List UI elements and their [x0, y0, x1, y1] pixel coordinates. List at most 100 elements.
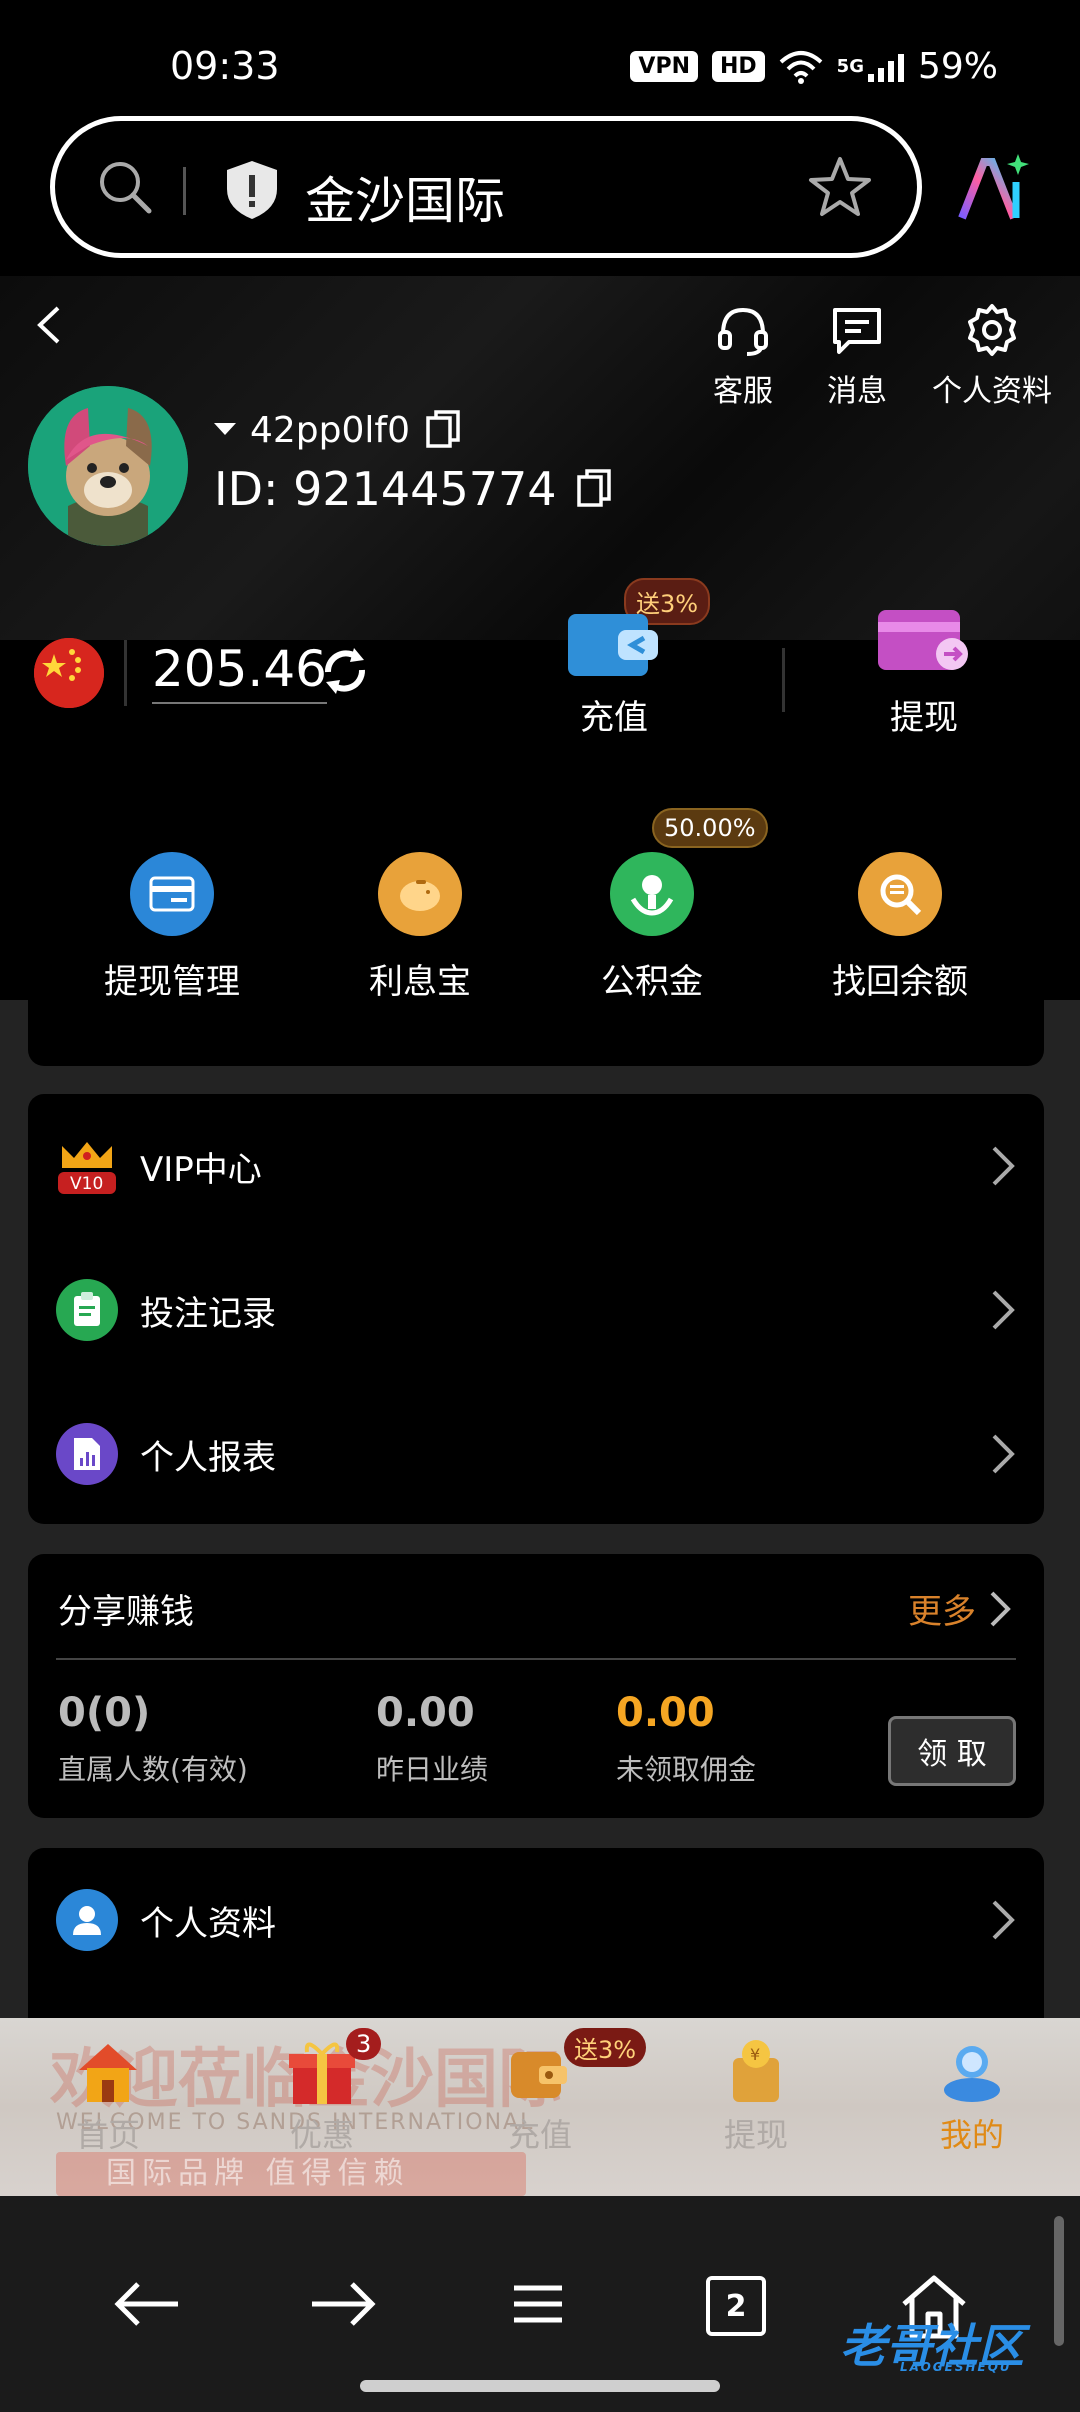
unclaimed-commission-label: 未领取佣金: [616, 1753, 757, 1786]
ai-assistant-icon[interactable]: [956, 152, 1030, 226]
watermark-subtext: LAOGESHEQU: [900, 2360, 1012, 2374]
tabs-switcher-button[interactable]: 2: [706, 2276, 766, 2336]
yesterday-performance-label: 昨日业绩: [376, 1753, 489, 1786]
card-icon: [130, 852, 214, 936]
dog-avatar-image: [28, 386, 188, 546]
divider: [124, 640, 127, 706]
personal-info-label: 个人资料: [140, 1903, 276, 1944]
deposit-wallet-icon: [568, 606, 660, 676]
withdraw-management-button[interactable]: 提现管理: [72, 852, 272, 1003]
messages-button[interactable]: 消息: [820, 302, 894, 410]
account-header: 客服 消息 个人资料 42pp0lf0 ID: 921445774 205.46…: [0, 276, 1080, 1003]
caret-down-icon[interactable]: [214, 423, 236, 437]
vip-center-row[interactable]: V10 VIP中心: [28, 1094, 1044, 1238]
withdraw-button[interactable]: 提现: [878, 606, 970, 739]
china-flag-icon: [34, 638, 104, 708]
wallet-balance: 205.46: [152, 640, 327, 704]
report-chart-icon: [56, 1423, 118, 1485]
provident-fund-label: 公积金: [601, 962, 703, 1002]
unclaimed-commission-value: 0.00: [616, 1690, 715, 1736]
personal-report-label: 个人报表: [140, 1437, 276, 1478]
personal-info-row[interactable]: 个人资料: [28, 1848, 1044, 1992]
tab-mine-label: 我的: [939, 2116, 1004, 2154]
tab-mine[interactable]: 我的: [882, 2036, 1062, 2156]
copy-icon[interactable]: [424, 408, 464, 452]
menu-icon[interactable]: [510, 2274, 566, 2334]
deposit-button[interactable]: 充值: [568, 606, 660, 739]
tab-home[interactable]: 首页: [18, 2036, 198, 2156]
yesterday-performance-stat: 0.00 昨日业绩: [376, 1690, 488, 1788]
search-icon[interactable]: [95, 157, 155, 217]
share-earn-card: 分享赚钱 更多 0(0) 直属人数(有效) 0.00 昨日业绩 0.00 未领取…: [28, 1554, 1044, 1818]
refresh-icon[interactable]: [318, 644, 372, 698]
shield-icon[interactable]: [223, 159, 281, 221]
profile-settings-button[interactable]: 个人资料: [932, 302, 1052, 410]
address-bar[interactable]: 金沙国际: [50, 116, 922, 258]
banner-slogan: 国际品牌 值得信赖: [56, 2152, 526, 2196]
interest-treasure-label: 利息宝: [369, 962, 471, 1002]
provident-fund-rate-badge: 50.00%: [652, 808, 768, 848]
tab-deposit-label: 充值: [507, 2116, 572, 2154]
coin-withdraw-icon: ¥: [733, 2040, 779, 2102]
deposit-label: 充值: [580, 698, 648, 738]
forward-icon[interactable]: [306, 2274, 378, 2334]
bookmark-star-icon[interactable]: [807, 155, 873, 221]
chevron-right-icon: [992, 1290, 1015, 1330]
provident-fund-button[interactable]: 公积金: [552, 852, 752, 1003]
page-title[interactable]: 金沙国际: [305, 161, 505, 233]
tab-withdraw[interactable]: ¥ 提现: [666, 2036, 846, 2156]
wifi-icon: [779, 50, 823, 84]
status-time: 09:33: [170, 44, 280, 88]
vpn-indicator: VPN: [630, 51, 698, 82]
gesture-home-bar[interactable]: [360, 2380, 720, 2392]
copy-id-icon[interactable]: [575, 467, 615, 511]
divider: [56, 1658, 1016, 1660]
direct-members-value: 0(0): [58, 1690, 151, 1736]
headset-icon: [718, 307, 768, 356]
tab-withdraw-label: 提现: [723, 2116, 788, 2154]
chevron-right-icon: [992, 1900, 1015, 1940]
withdraw-card-icon: [878, 606, 970, 676]
customer-service-button[interactable]: 客服: [706, 302, 780, 410]
search-coin-icon: [858, 852, 942, 936]
avatar[interactable]: [28, 386, 188, 546]
direct-members-stat: 0(0) 直属人数(有效): [58, 1690, 248, 1788]
svg-text:¥: ¥: [750, 2045, 760, 2064]
network-type: 5G: [836, 56, 864, 77]
yesterday-performance-value: 0.00: [376, 1690, 475, 1736]
share-earn-title: 分享赚钱: [58, 1592, 194, 1632]
fund-hands-icon: [610, 852, 694, 936]
hd-indicator: HD: [711, 51, 765, 82]
interest-treasure-button[interactable]: 利息宝: [320, 852, 520, 1003]
withdraw-label: 提现: [890, 698, 958, 738]
battery-percent: 59%: [917, 46, 998, 87]
clipboard-icon: [56, 1279, 118, 1341]
username: 42pp0lf0: [250, 409, 410, 451]
recover-balance-button[interactable]: 找回余额: [800, 852, 1000, 1003]
menu-card: V10 VIP中心 投注记录 个人报表: [28, 1094, 1044, 1524]
scrollbar[interactable]: [1054, 2216, 1064, 2346]
back-icon[interactable]: [112, 2274, 184, 2334]
bet-records-label: 投注记录: [140, 1293, 276, 1334]
more-link[interactable]: 更多: [908, 1584, 1014, 1633]
user-id: ID: 921445774: [214, 462, 557, 516]
gear-icon: [968, 304, 1016, 356]
status-icons: VPN HD 5G 59%: [630, 46, 998, 87]
address-bar-divider: [183, 167, 186, 215]
recover-balance-label: 找回余额: [832, 962, 968, 1002]
withdraw-management-label: 提现管理: [104, 962, 240, 1002]
more-label: 更多: [908, 1592, 976, 1632]
profile-settings-label: 个人资料: [932, 374, 1052, 409]
user-id-row: ID: 921445774: [214, 462, 615, 516]
claim-button[interactable]: 领 取: [888, 1716, 1016, 1786]
personal-report-row[interactable]: 个人报表: [28, 1382, 1044, 1526]
vip-level: V10: [70, 1174, 104, 1194]
unclaimed-commission-stat: 0.00 未领取佣金: [616, 1690, 756, 1788]
vip-crown-icon: V10: [56, 1138, 118, 1200]
chevron-right-icon: [992, 1434, 1015, 1474]
home-icon: [79, 2044, 137, 2102]
back-arrow-icon[interactable]: [28, 300, 68, 350]
bet-records-row[interactable]: 投注记录: [28, 1238, 1044, 1382]
tab-promotions[interactable]: 优惠: [232, 2036, 412, 2156]
deposit-bonus-tab-badge: 送3%: [564, 2028, 647, 2067]
